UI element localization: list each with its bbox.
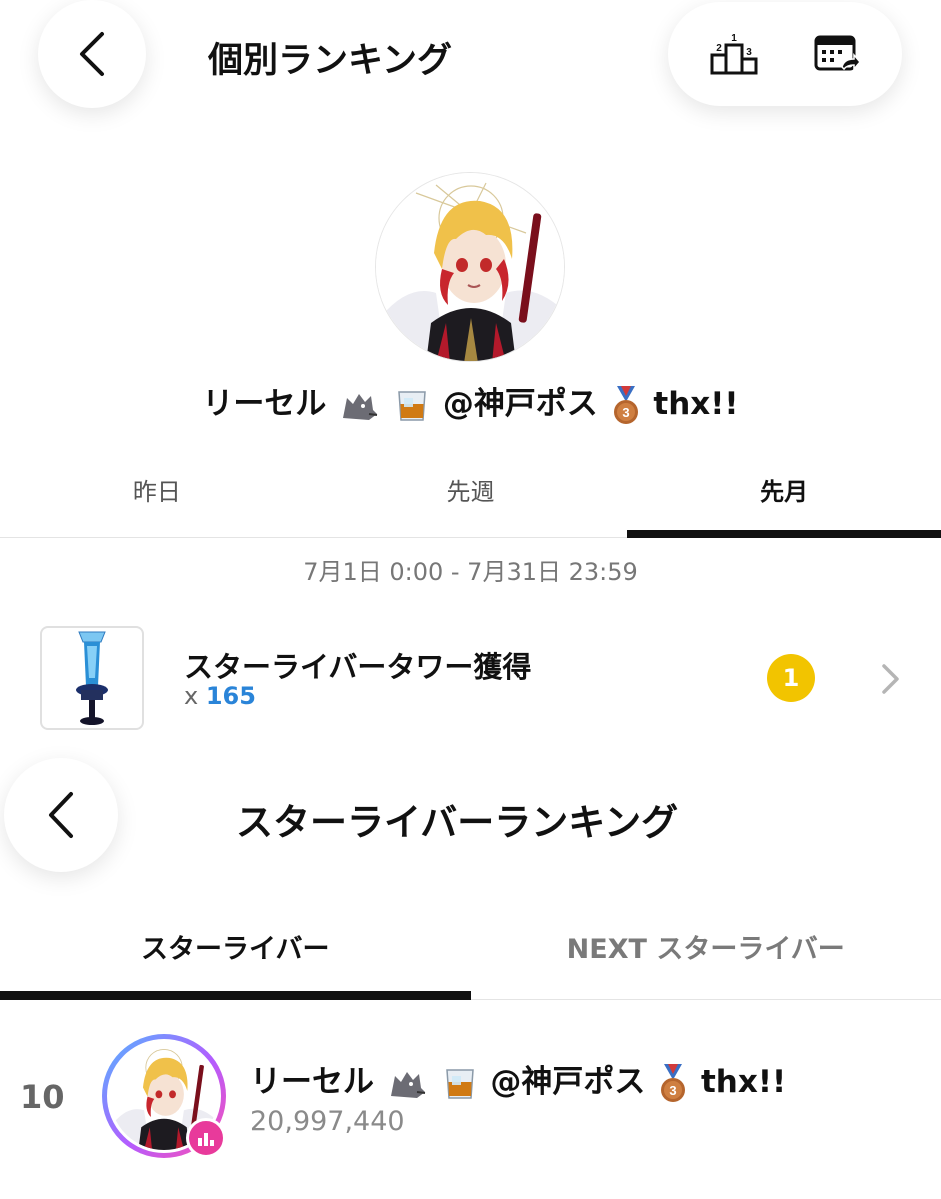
tab-last-week[interactable]: 先週	[314, 462, 628, 537]
podium-icon[interactable]: 1 2 3	[704, 24, 764, 84]
svg-text:1: 1	[731, 33, 737, 44]
tower-item-image	[40, 626, 144, 730]
bar-chart-icon	[198, 1133, 214, 1146]
header-action-pill: 1 2 3	[668, 2, 902, 106]
name-text: リーセル	[202, 386, 327, 422]
wolf-emoji	[343, 393, 378, 420]
entry-score: 20,997,440	[250, 1106, 405, 1137]
ranking-item-row[interactable]: スターライバータワー獲得 x 165 1	[0, 620, 941, 738]
entry-name-suffix: thx!!	[700, 1064, 787, 1100]
bronze-medal-emoji: 3	[661, 1063, 686, 1102]
ranking-title: スターライバーランキング	[236, 801, 679, 844]
tab-star-liver[interactable]: スターライバー	[0, 910, 471, 1000]
svg-text:2: 2	[716, 43, 722, 54]
profile-name: リーセル @神戸ポス 3 thx!!	[0, 378, 941, 434]
entry-name-text: リーセル	[250, 1064, 374, 1100]
ranking-entry[interactable]: 10 リーセル @神戸ポス 3 thx!! 20,997,440	[0, 1030, 941, 1190]
item-count-prefix: x	[184, 682, 199, 710]
tab-yesterday[interactable]: 昨日	[0, 462, 314, 537]
whisky-glass-emoji	[445, 1068, 474, 1099]
chevron-right-icon[interactable]	[880, 662, 902, 696]
svg-text:3: 3	[622, 405, 629, 420]
chevron-left-icon	[80, 32, 104, 76]
name-handle: @神戸ポス	[442, 386, 598, 422]
svg-text:3: 3	[670, 1083, 677, 1098]
entry-name-handle: @神戸ポス	[490, 1064, 646, 1100]
svg-text:3: 3	[746, 47, 752, 58]
back-button[interactable]	[38, 0, 146, 108]
tab-last-month[interactable]: 先月	[627, 462, 941, 538]
date-range: 7月1日 0:00 - 7月31日 23:59	[303, 558, 638, 586]
whisky-glass-emoji	[398, 390, 426, 421]
page-title: 個別ランキング	[208, 41, 452, 81]
item-count: x 165	[184, 682, 256, 710]
name-suffix: thx!!	[653, 386, 739, 422]
period-tabs: 昨日 先週 先月	[0, 462, 941, 538]
chevron-left-icon	[49, 792, 73, 838]
profile-avatar[interactable]	[375, 172, 565, 362]
item-name: スターライバータワー獲得	[184, 650, 532, 684]
back-button-secondary[interactable]	[4, 758, 118, 872]
rank-number: 10	[20, 1078, 65, 1116]
wolf-emoji	[390, 1071, 425, 1098]
calendar-share-icon[interactable]	[807, 24, 867, 84]
tab-next-star-liver[interactable]: NEXT スターライバー	[471, 910, 941, 999]
ranking-tabs: スターライバー NEXT スターライバー	[0, 910, 941, 1000]
rank-badge-gold: 1	[767, 654, 815, 702]
bronze-medal-emoji: 3	[613, 385, 638, 424]
live-stats-badge	[186, 1118, 226, 1158]
item-count-value: 165	[205, 682, 256, 710]
entry-name: リーセル @神戸ポス 3 thx!!	[250, 1056, 786, 1104]
